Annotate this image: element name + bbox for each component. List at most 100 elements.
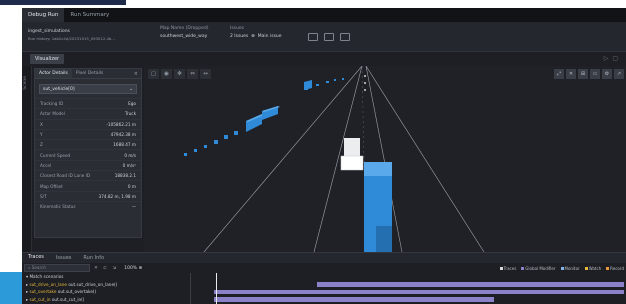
- trace-interval-bar[interactable]: [213, 289, 624, 294]
- pan-tool-icon[interactable]: ✥: [174, 69, 185, 79]
- property-key: Y: [40, 132, 43, 138]
- distant-actor[interactable]: [234, 131, 238, 135]
- trace-name[interactable]: ▸ sut_drive_on_lane out.sut_drive_on_lan…: [26, 281, 117, 289]
- measure-tool-icon[interactable]: ⇔: [187, 69, 198, 79]
- collapse-icon[interactable]: ✕: [94, 266, 100, 271]
- warning-icon: ⊕: [249, 34, 257, 39]
- distant-actor[interactable]: [194, 149, 197, 152]
- tab-actor-details[interactable]: Actor Details: [35, 69, 72, 78]
- property-row: X -105862.21 m: [35, 118, 141, 129]
- property-value: -105862.21 m: [106, 121, 136, 127]
- trace-call: out.sut_cut_in(): [50, 296, 85, 302]
- trace-toolbar-icons: ✕ ⊏ ⇲: [94, 266, 118, 271]
- distant-actor[interactable]: [204, 145, 207, 148]
- tab-run-summary[interactable]: Run Summary: [64, 8, 115, 22]
- trace-interval-bar[interactable]: [317, 282, 624, 287]
- distant-actor[interactable]: [214, 140, 218, 144]
- tab-run-info[interactable]: Run Info: [77, 253, 110, 264]
- scenario-name: ingest_simulations: [28, 29, 70, 34]
- run-info-bar: ingest_simulations Run history: 1ab2c4d/…: [22, 22, 626, 52]
- share-icon[interactable]: ↗: [614, 69, 624, 79]
- visualizer-button[interactable]: Visualizer: [30, 54, 65, 64]
- trace-label: sut_drive_on_lane: [29, 281, 67, 287]
- truck-trailer-side: [376, 226, 392, 252]
- property-row: S/T 374.82 m, 1.98 m: [35, 190, 141, 201]
- issues-info: Issues 2 Issues ⊕ Main issue: [230, 26, 282, 39]
- property-value: 374.82 m, 1.98 m: [98, 193, 136, 199]
- trace-column-divider[interactable]: [190, 273, 191, 304]
- trace-interval-bar[interactable]: [213, 297, 495, 302]
- property-key: Actor Model: [40, 111, 65, 117]
- top-tab-bar: Debug Run Run Summary: [22, 8, 626, 22]
- legend-label: Watch: [588, 265, 602, 271]
- trace-search-input[interactable]: Search: [24, 264, 90, 272]
- property-value: Ego: [128, 101, 136, 107]
- path-marker: [364, 89, 366, 91]
- camera-icon[interactable]: ▭: [590, 69, 600, 79]
- screenshot-button[interactable]: [308, 33, 318, 41]
- grid-icon[interactable]: ⊞: [578, 69, 588, 79]
- property-value: —: [131, 204, 136, 210]
- ego-vehicle[interactable]: [344, 138, 360, 158]
- fit-icon[interactable]: ⇲: [112, 266, 118, 271]
- filter-icon[interactable]: ⊏: [103, 266, 109, 271]
- property-value: 0 m: [127, 183, 136, 189]
- close-view-icon[interactable]: ✕: [566, 69, 576, 79]
- actor-select-dropdown[interactable]: sut_vehicle[0] ⌄: [39, 84, 137, 94]
- legend-label: Traces: [503, 265, 517, 271]
- layout-icon[interactable]: ▢: [612, 55, 622, 62]
- zoom-level[interactable]: 100% ⊕: [124, 266, 142, 271]
- distant-actor[interactable]: [326, 81, 329, 83]
- trace-row[interactable]: ▸ sut_cut_in out.sut_cut_in(): [22, 296, 626, 304]
- trace-toolbar: Search ✕ ⊏ ⇲ 100% ⊕ Traces Global Modifi…: [22, 263, 626, 273]
- property-row: Y 47942.38 m: [35, 128, 141, 139]
- export-button[interactable]: [340, 33, 350, 41]
- map-label: Map Name (Dropped): [160, 26, 209, 31]
- trace-name[interactable]: ▾ Match scenarios: [26, 273, 63, 281]
- issues-value[interactable]: 2 Issues ⊕ Main issue: [230, 34, 282, 39]
- legend-label: Monitor: [564, 265, 580, 271]
- tab-debug-run[interactable]: Debug Run: [22, 8, 65, 22]
- legend-label: Record: [610, 265, 624, 271]
- select-tool-icon[interactable]: ▢: [148, 69, 159, 79]
- layout-button[interactable]: [324, 33, 334, 41]
- scene-rail-label[interactable]: Scene: [23, 76, 28, 90]
- property-key: Current Speed: [40, 152, 71, 158]
- actor-properties: Tracking ID Ego Actor Model Truck X -105862…: [35, 98, 141, 211]
- settings-icon[interactable]: ⚙: [602, 69, 612, 79]
- ruler-tool-icon[interactable]: ↔: [200, 69, 211, 79]
- property-key: Closest Road ID Lane ID: [40, 173, 91, 179]
- property-key: S/T: [40, 193, 47, 199]
- distant-actor[interactable]: [184, 153, 187, 156]
- trace-name[interactable]: ▸ sut_overtake out.sut_overtake(): [26, 288, 96, 296]
- tab-issues[interactable]: Issues: [50, 253, 78, 264]
- trace-name[interactable]: ▸ sut_cut_in out.sut_cut_in(): [26, 296, 84, 304]
- expand-icon[interactable]: ⤢: [554, 69, 564, 79]
- tab-pixel-details[interactable]: Pixel Details: [72, 69, 107, 78]
- bottom-left-accent: [0, 272, 22, 304]
- truck-trailer-top: [364, 162, 392, 176]
- distant-actor[interactable]: [342, 78, 344, 80]
- path-marker: [364, 75, 366, 77]
- legend-item: Monitor: [560, 265, 580, 271]
- actor-select-value: sut_vehicle[0]: [43, 86, 75, 92]
- legend-item: Record: [606, 266, 624, 271]
- focus-tool-icon[interactable]: ◉: [161, 69, 172, 79]
- distant-actor[interactable]: [316, 84, 319, 86]
- property-key: Accel: [40, 162, 52, 168]
- trace-row[interactable]: ▸ sut_overtake out.sut_overtake(): [22, 288, 626, 296]
- time-cursor[interactable]: [216, 273, 217, 304]
- trace-row[interactable]: ▸ sut_drive_on_lane out.sut_drive_on_lan…: [22, 281, 626, 289]
- trace-row[interactable]: ▾ Match scenarios: [22, 273, 626, 281]
- scenario-subtitle: Run history: 1ab2c4d/20231015_093012.4b.…: [28, 36, 115, 41]
- 3d-viewport[interactable]: ▢ ◉ ✥ ⇔ ↔ ⤢ ✕ ⊞ ▭ ⚙ ↗: [144, 66, 626, 252]
- main-issue-label: Main issue: [257, 34, 282, 39]
- close-icon[interactable]: ×: [134, 69, 138, 79]
- distant-actor[interactable]: [334, 79, 336, 81]
- ego-vehicle-body[interactable]: [340, 155, 364, 171]
- bottom-tab-bar: Traces Issues Run Info: [22, 252, 626, 264]
- distant-actor[interactable]: [224, 135, 228, 139]
- property-row: Tracking ID Ego: [35, 98, 141, 108]
- map-value[interactable]: southwest_wide_way: [160, 34, 208, 39]
- viewport-toolbar-right: ⤢ ✕ ⊞ ▭ ⚙ ↗: [554, 69, 624, 79]
